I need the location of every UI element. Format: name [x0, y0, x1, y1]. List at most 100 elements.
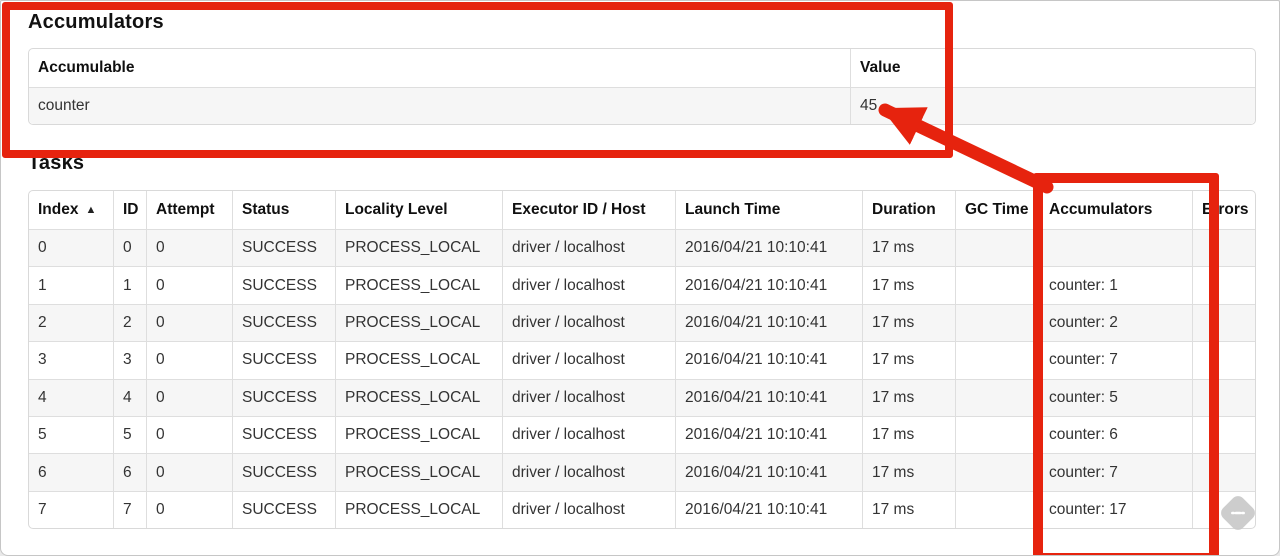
table-cell: driver / localhost	[502, 229, 675, 267]
table-cell: 2016/04/21 10:10:41	[675, 490, 862, 529]
table-row: 7 7 0 SUCCESS PROCESS_LOCAL driver / localhos…	[29, 490, 1255, 529]
table-cell: 0	[146, 266, 232, 304]
table-cell	[955, 229, 1039, 267]
table-cell: 5	[29, 415, 113, 453]
table-cell: 17 ms	[862, 415, 955, 454]
table-cell: counter	[29, 87, 850, 125]
table-cell	[1192, 453, 1255, 491]
table-cell: SUCCESS	[232, 378, 335, 416]
table-cell	[1192, 415, 1255, 454]
table-cell	[1192, 378, 1255, 416]
table-row: 0 0 0 SUCCESS PROCESS_LOCAL driver / localhos…	[29, 229, 1255, 267]
table-row: counter 45	[29, 87, 1255, 125]
spark-stage-page: Accumulators Accumulable Value counter 45…	[0, 0, 1280, 556]
column-header-executor-id-host[interactable]: Executor ID / Host	[502, 191, 675, 229]
column-header-errors[interactable]: Errors	[1192, 191, 1255, 229]
table-cell: 1	[113, 266, 146, 304]
table-cell: driver / localhost	[502, 266, 675, 304]
table-cell: 17 ms	[862, 229, 955, 267]
table-cell: driver / localhost	[502, 415, 675, 454]
table-cell: 6	[113, 453, 146, 491]
table-cell: SUCCESS	[232, 415, 335, 454]
table-cell: 17 ms	[862, 378, 955, 416]
table-cell: counter: 6	[1039, 415, 1192, 454]
table-cell: counter: 7	[1039, 341, 1192, 379]
column-header-accumulable: Accumulable	[38, 59, 135, 76]
table-cell: 2016/04/21 10:10:41	[675, 341, 862, 379]
column-header-locality-level[interactable]: Locality Level	[335, 191, 502, 229]
table-cell: 0	[29, 229, 113, 267]
table-cell: driver / localhost	[502, 341, 675, 379]
table-cell: driver / localhost	[502, 453, 675, 491]
table-cell: PROCESS_LOCAL	[335, 266, 502, 304]
table-cell	[955, 490, 1039, 529]
table-cell: 2016/04/21 10:10:41	[675, 415, 862, 454]
table-cell: 17 ms	[862, 266, 955, 304]
table-cell: 2016/04/21 10:10:41	[675, 266, 862, 304]
table-row: 3 3 0 SUCCESS PROCESS_LOCAL driver / localhos…	[29, 341, 1255, 379]
table-cell: SUCCESS	[232, 453, 335, 491]
table-cell: 0	[146, 303, 232, 342]
table-cell: 5	[113, 415, 146, 454]
table-cell: counter: 2	[1039, 303, 1192, 342]
table-cell	[1192, 303, 1255, 342]
table-cell: PROCESS_LOCAL	[335, 229, 502, 267]
table-cell: 17 ms	[862, 341, 955, 379]
table-cell: 45	[850, 87, 1255, 125]
table-cell: 0	[146, 415, 232, 454]
table-cell: 0	[146, 378, 232, 416]
table-cell: 4	[113, 378, 146, 416]
column-header-gc-time[interactable]: GC Time	[955, 191, 1039, 229]
table-row: 4 4 0 SUCCESS PROCESS_LOCAL driver / localhos…	[29, 378, 1255, 416]
table-row: 6 6 0 SUCCESS PROCESS_LOCAL driver / localhos…	[29, 453, 1255, 491]
column-header-value: Value	[850, 49, 1255, 87]
tasks-header-row: Index ▲ ID Attempt Status Locality Level …	[29, 191, 1255, 229]
table-cell: 3	[29, 341, 113, 378]
table-cell: 3	[113, 341, 146, 379]
accumulators-section-title: Accumulators	[28, 11, 164, 33]
table-cell	[955, 415, 1039, 454]
sort-ascending-icon: ▲	[85, 204, 97, 216]
column-header-status[interactable]: Status	[232, 191, 335, 229]
table-cell: 0	[146, 229, 232, 267]
table-cell: counter: 5	[1039, 378, 1192, 416]
table-cell	[1192, 229, 1255, 267]
table-cell: 2	[29, 303, 113, 342]
table-cell: driver / localhost	[502, 378, 675, 416]
table-cell: 6	[29, 453, 113, 491]
accumulators-table: Accumulable Value counter 45	[28, 48, 1256, 126]
column-header-duration[interactable]: Duration	[862, 191, 955, 229]
table-cell: PROCESS_LOCAL	[335, 415, 502, 454]
table-row: 5 5 0 SUCCESS PROCESS_LOCAL driver / localhos…	[29, 415, 1255, 454]
column-header-attempt[interactable]: Attempt	[146, 191, 232, 229]
table-cell: 0	[113, 229, 146, 267]
table-cell: 2	[113, 303, 146, 342]
table-cell: 2016/04/21 10:10:41	[675, 303, 862, 342]
column-header-launch-time[interactable]: Launch Time	[675, 191, 862, 229]
table-row: 2 2 0 SUCCESS PROCESS_LOCAL driver / localhos…	[29, 303, 1255, 342]
table-cell: 0	[146, 490, 232, 529]
table-cell: 4	[29, 378, 113, 416]
table-cell: 0	[146, 341, 232, 379]
table-cell	[955, 341, 1039, 379]
table-cell: PROCESS_LOCAL	[335, 378, 502, 416]
table-cell: SUCCESS	[232, 341, 335, 379]
tasks-table: Index ▲ ID Attempt Status Locality Level …	[28, 190, 1256, 530]
column-header-accumulators[interactable]: Accumulators	[1039, 191, 1192, 229]
table-cell: 1	[29, 266, 113, 303]
table-cell: SUCCESS	[232, 229, 335, 267]
accumulators-header-row: Accumulable Value	[29, 49, 1255, 87]
column-header-id[interactable]: ID	[113, 191, 146, 229]
column-header-index[interactable]: Index ▲	[29, 191, 113, 229]
table-cell	[1192, 341, 1255, 379]
table-cell: PROCESS_LOCAL	[335, 490, 502, 529]
table-cell: counter: 1	[1039, 266, 1192, 304]
table-cell: PROCESS_LOCAL	[335, 341, 502, 379]
table-cell	[955, 453, 1039, 491]
table-cell	[1192, 266, 1255, 304]
table-cell: 2016/04/21 10:10:41	[675, 229, 862, 267]
table-cell	[955, 378, 1039, 416]
tasks-section-title: Tasks	[28, 152, 85, 174]
table-cell: SUCCESS	[232, 303, 335, 342]
table-cell: counter: 17	[1039, 490, 1192, 529]
